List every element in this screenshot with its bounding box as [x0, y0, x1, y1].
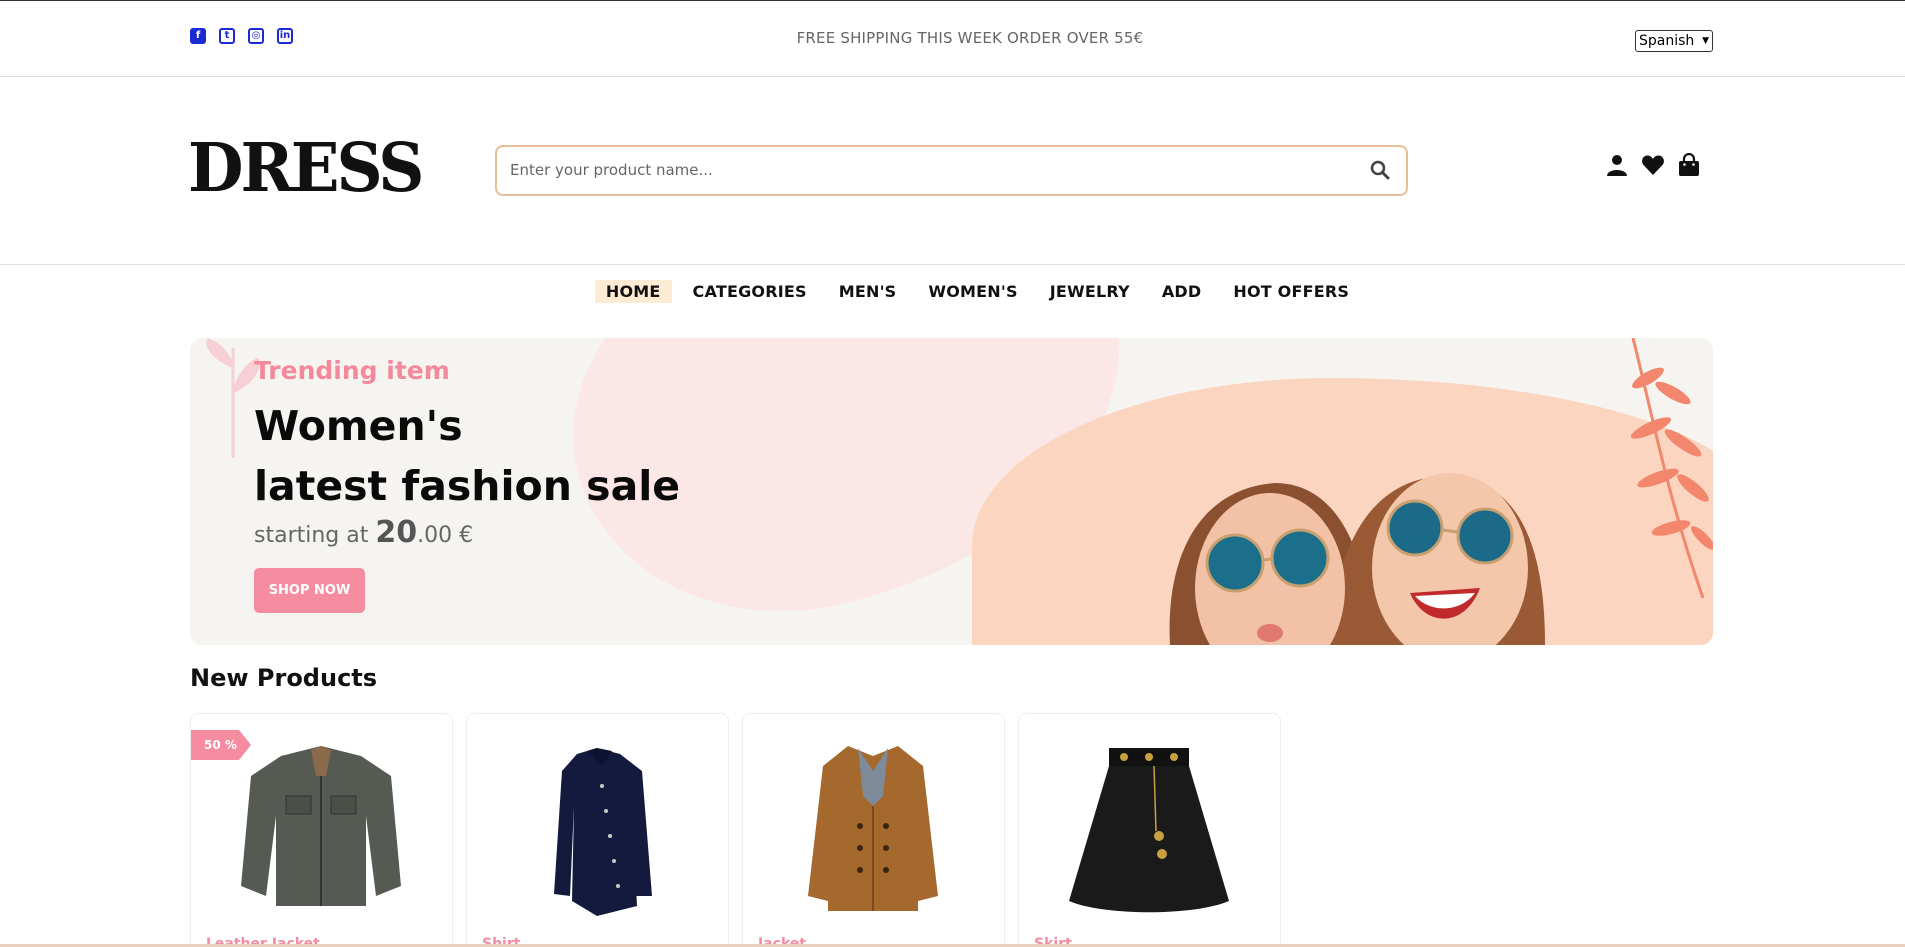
banner-price-prefix: starting at	[254, 523, 369, 548]
language-select[interactable]: Spanish ▼	[1635, 30, 1713, 52]
nav-item-womens[interactable]: WOMEN'S	[917, 280, 1028, 303]
logo[interactable]: DRESS	[188, 135, 424, 202]
shop-now-button[interactable]: SHOP NOW	[254, 568, 365, 613]
heart-icon[interactable]	[1641, 153, 1665, 177]
nav-item-jewelry[interactable]: JEWELRY	[1039, 280, 1141, 303]
product-image-skirt	[1069, 748, 1229, 913]
search-placeholder: Enter your product name...	[510, 161, 713, 179]
nav-item-add[interactable]: ADD	[1151, 280, 1213, 303]
banner-subtitle: Trending item	[254, 356, 450, 385]
product-list: 50 % Leather Jacket Shirt Jacket Skirt	[190, 713, 1281, 947]
main-nav: HOME CATEGORIES MEN'S WOMEN'S JEWELRY AD…	[0, 280, 1905, 303]
product-image-coat	[808, 746, 938, 911]
product-card[interactable]: 50 % Leather Jacket	[190, 713, 453, 947]
banner-title-line2: latest fashion sale	[254, 462, 681, 510]
product-card[interactable]: Skirt	[1018, 713, 1281, 947]
search-input[interactable]: Enter your product name...	[495, 145, 1408, 196]
hero-banner: Trending item Women's latest fashion sal…	[190, 338, 1713, 645]
nav-item-home[interactable]: HOME	[594, 280, 672, 303]
product-card[interactable]: Shirt	[466, 713, 729, 947]
shipping-notice: FREE SHIPPING THIS WEEK ORDER OVER 55€	[796, 29, 1144, 47]
banner-title: Women's latest fashion sale	[254, 396, 680, 516]
banner-model-image	[1169, 473, 1545, 645]
banner-title-line1: Women's	[254, 402, 463, 450]
product-card[interactable]: Jacket	[742, 713, 1005, 947]
product-image-jacket	[241, 746, 401, 906]
section-title: New Products	[190, 664, 378, 692]
chevron-down-icon: ▼	[1702, 36, 1709, 46]
banner-price-int: 20	[375, 515, 418, 550]
nav-item-mens[interactable]: MEN'S	[828, 280, 908, 303]
nav-item-hot-offers[interactable]: HOT OFFERS	[1222, 280, 1360, 303]
user-icon[interactable]	[1605, 153, 1629, 177]
header: DRESS Enter your product name...	[0, 77, 1905, 265]
header-actions	[1605, 153, 1701, 177]
search-icon[interactable]	[1370, 160, 1390, 180]
top-bar: f t ◎ in FREE SHIPPING THIS WEEK ORDER O…	[0, 0, 1905, 77]
product-image-shirt	[554, 748, 652, 916]
language-select-value: Spanish	[1639, 33, 1695, 49]
bag-icon[interactable]	[1677, 153, 1701, 177]
banner-price-rest: .00 €	[417, 523, 474, 548]
banner-price: starting at 20.00 €	[254, 515, 473, 550]
nav-item-categories[interactable]: CATEGORIES	[682, 280, 818, 303]
